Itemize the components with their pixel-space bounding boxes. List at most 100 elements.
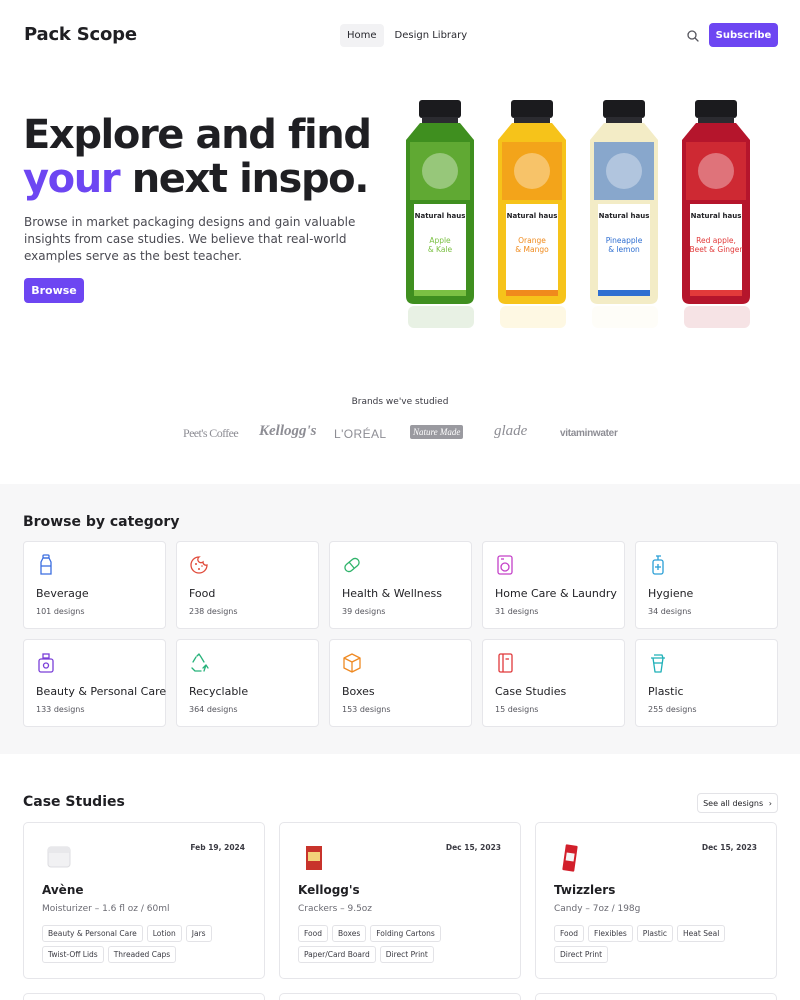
tag-chip[interactable]: Plastic bbox=[636, 925, 674, 942]
category-card-plastic[interactable]: Plastic 255 designs bbox=[635, 639, 778, 727]
category-count: 238 designs bbox=[189, 607, 238, 616]
category-count: 255 designs bbox=[648, 705, 697, 714]
category-section: Browse by category Beverage 101 designs Fo… bbox=[0, 484, 800, 754]
category-name: Plastic bbox=[648, 685, 684, 698]
brand-logo-glade: glade bbox=[494, 423, 528, 439]
category-count: 364 designs bbox=[189, 705, 238, 714]
product-thumbnail bbox=[554, 843, 586, 873]
category-count: 101 designs bbox=[36, 607, 85, 616]
box-icon bbox=[342, 652, 362, 674]
pill-icon bbox=[342, 554, 362, 576]
tag-chip[interactable]: Heat Seal bbox=[677, 925, 726, 942]
category-card-home-care-laundry[interactable]: Home Care & Laundry 31 designs bbox=[482, 541, 625, 629]
case-study-name: Twizzlers bbox=[554, 883, 616, 897]
tag-chip[interactable]: Flexibles bbox=[588, 925, 633, 942]
tag-chip[interactable]: Boxes bbox=[332, 925, 367, 942]
tag-chip[interactable]: Twist-Off Lids bbox=[42, 946, 104, 963]
case-study-name: Avène bbox=[42, 883, 84, 897]
tag-list: Food Flexibles Plastic Heat Seal Direct Prin… bbox=[554, 925, 764, 963]
case-study-date: Dec 15, 2023 bbox=[445, 843, 501, 852]
category-count: 153 designs bbox=[342, 705, 391, 714]
nav-home[interactable]: Home bbox=[340, 24, 384, 47]
notebook-icon bbox=[495, 652, 515, 674]
tag-chip[interactable]: Folding Cartons bbox=[370, 925, 441, 942]
category-card-beverage[interactable]: Beverage 101 designs bbox=[23, 541, 166, 629]
chevron-right-icon: › bbox=[768, 798, 772, 808]
bottle-brand: Natural haus bbox=[691, 212, 742, 220]
tag-chip[interactable]: Paper/Card Board bbox=[298, 946, 376, 963]
see-all-designs-button[interactable]: See all designs › bbox=[697, 793, 778, 813]
juice-bottle: Natural haus Red apple,Beet & Ginger bbox=[682, 100, 750, 328]
tag-list: Beauty & Personal Care Lotion Jars Twist-Of… bbox=[42, 925, 252, 963]
bottle-flavor: & lemon bbox=[608, 245, 640, 254]
tag-chip[interactable]: Food bbox=[554, 925, 584, 942]
brand-logo-nature-made: Nature Made bbox=[410, 425, 464, 439]
category-name: Health & Wellness bbox=[342, 587, 443, 600]
category-card-recyclable[interactable]: Recyclable 364 designs bbox=[176, 639, 319, 727]
case-study-description: Moisturizer – 1.6 fl oz / 60ml bbox=[42, 904, 170, 914]
brand-logo-kelloggs: Kellogg's bbox=[259, 423, 317, 439]
bottle-brand: Natural haus bbox=[507, 212, 558, 220]
category-card-food[interactable]: Food 238 designs bbox=[176, 541, 319, 629]
category-name: Recyclable bbox=[189, 685, 249, 698]
category-card-beauty-personal-care[interactable]: Beauty & Personal Care 133 designs bbox=[23, 639, 166, 727]
tag-chip[interactable]: Beauty & Personal Care bbox=[42, 925, 143, 942]
category-count: 39 designs bbox=[342, 607, 386, 616]
category-name: Food bbox=[189, 587, 216, 600]
tag-chip[interactable]: Direct Print bbox=[554, 946, 609, 963]
tag-list: Food Boxes Folding Cartons Paper/Card Board… bbox=[298, 925, 508, 963]
product-thumbnail bbox=[298, 843, 330, 873]
juice-bottle: Natural haus Pineapple& lemon bbox=[590, 100, 658, 328]
hero-bottles-image: Natural haus Apple& Kale Natural haus Orang… bbox=[406, 100, 750, 328]
hero-title-rest: next inspo. bbox=[131, 156, 370, 202]
case-study-date: Dec 15, 2023 bbox=[701, 843, 757, 852]
case-study-card[interactable]: Dec 15, 2023 Twizzlers Candy – 7oz / 198g F… bbox=[535, 822, 777, 979]
tag-chip[interactable]: Food bbox=[298, 925, 328, 942]
category-name: Boxes bbox=[342, 685, 375, 698]
hero-subtitle: Browse in market packaging designs and g… bbox=[24, 215, 356, 263]
category-count: 34 designs bbox=[648, 607, 692, 616]
nav-design-library[interactable]: Design Library bbox=[388, 24, 475, 47]
bottle-flavor: & Mango bbox=[515, 245, 549, 254]
category-count: 133 designs bbox=[36, 705, 85, 714]
brand-logo-vitaminwater: vitaminwater bbox=[560, 428, 618, 439]
case-study-card-peek[interactable] bbox=[535, 993, 777, 1000]
juice-bottle: Natural haus Orange& Mango bbox=[498, 100, 566, 328]
category-count: 15 designs bbox=[495, 705, 539, 714]
case-studies-title: Case Studies bbox=[23, 794, 125, 810]
tag-chip[interactable]: Threaded Caps bbox=[107, 946, 177, 963]
category-card-hygiene[interactable]: Hygiene 34 designs bbox=[635, 541, 778, 629]
browse-button[interactable]: Browse bbox=[24, 278, 84, 303]
tag-chip[interactable]: Jars bbox=[185, 925, 212, 942]
case-study-card[interactable]: Dec 15, 2023 Kellogg's Crackers – 9.5oz Foo… bbox=[279, 822, 521, 979]
category-card-case-studies[interactable]: Case Studies 15 designs bbox=[482, 639, 625, 727]
bottle-brand: Natural haus bbox=[415, 212, 466, 220]
tag-chip[interactable]: Direct Print bbox=[379, 946, 434, 963]
washing-machine-icon bbox=[495, 554, 515, 576]
search-icon[interactable] bbox=[684, 27, 702, 45]
cup-icon bbox=[648, 652, 668, 674]
category-card-health-wellness[interactable]: Health & Wellness 39 designs bbox=[329, 541, 472, 629]
category-name: Home Care & Laundry bbox=[495, 587, 617, 600]
juice-bottle: Natural haus Apple& Kale bbox=[406, 100, 474, 328]
case-study-card-peek[interactable] bbox=[279, 993, 521, 1000]
cookie-icon bbox=[189, 554, 209, 576]
case-study-card-peek[interactable] bbox=[23, 993, 265, 1000]
bottle-brand: Natural haus bbox=[599, 212, 650, 220]
bottle-flavor: & Kale bbox=[428, 245, 453, 254]
tag-chip[interactable]: Lotion bbox=[146, 925, 182, 942]
brand-logos: Peet's Coffee Kellogg's L'ORÉAL Nature M… bbox=[183, 422, 623, 448]
bottle-flavor: Red apple, bbox=[696, 236, 736, 245]
brand-logo-loreal: L'ORÉAL bbox=[334, 427, 387, 441]
hero-title-line1: Explore and find bbox=[23, 112, 372, 158]
hero-title-accent: your bbox=[23, 156, 121, 202]
case-study-card[interactable]: Feb 19, 2024 Avène Moisturizer – 1.6 fl oz… bbox=[23, 822, 265, 979]
subscribe-button[interactable]: Subscribe bbox=[709, 23, 778, 47]
category-card-boxes[interactable]: Boxes 153 designs bbox=[329, 639, 472, 727]
site-logo[interactable]: Pack Scope bbox=[24, 24, 137, 45]
main-nav: Home Design Library bbox=[340, 24, 474, 47]
category-section-title: Browse by category bbox=[23, 514, 180, 530]
category-name: Beauty & Personal Care bbox=[36, 685, 167, 698]
case-study-description: Candy – 7oz / 198g bbox=[554, 904, 641, 914]
bottle-icon bbox=[36, 554, 56, 576]
